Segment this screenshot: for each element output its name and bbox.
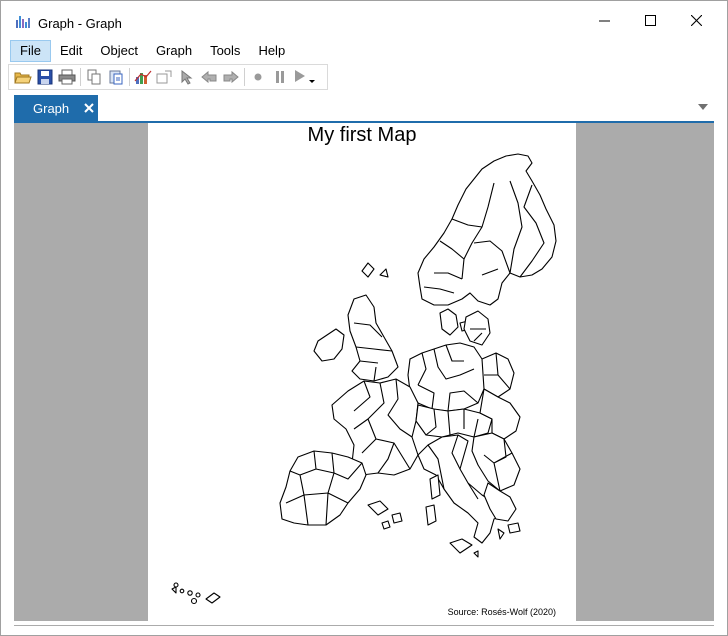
insert-object-icon bbox=[156, 70, 172, 84]
tab-graph[interactable]: Graph bbox=[14, 95, 98, 122]
toolbar-separator bbox=[244, 68, 245, 86]
tab-label: Graph bbox=[33, 101, 70, 116]
map-region bbox=[187, 590, 193, 596]
graph-button[interactable] bbox=[132, 66, 154, 88]
bar-chart-icon bbox=[16, 16, 30, 28]
map-region bbox=[179, 588, 185, 594]
map-region bbox=[313, 328, 345, 362]
map-region bbox=[347, 294, 399, 382]
map-region bbox=[381, 520, 391, 530]
pause-button[interactable] bbox=[269, 66, 291, 88]
map-region bbox=[205, 592, 221, 604]
map-region bbox=[473, 550, 479, 558]
record-button[interactable] bbox=[247, 66, 269, 88]
copy-button[interactable] bbox=[83, 66, 105, 88]
close-button[interactable] bbox=[673, 1, 719, 39]
pointer-icon bbox=[181, 69, 193, 85]
map-region bbox=[439, 308, 459, 336]
map-region bbox=[361, 262, 389, 278]
menu-object[interactable]: Object bbox=[91, 40, 147, 62]
close-icon bbox=[690, 14, 702, 26]
map-region bbox=[407, 342, 487, 412]
minimize-button[interactable] bbox=[581, 1, 627, 39]
save-icon bbox=[37, 69, 53, 85]
window-title: Graph - Graph bbox=[38, 16, 122, 31]
map-region bbox=[171, 586, 177, 594]
map-region bbox=[173, 582, 179, 588]
pointer-button[interactable] bbox=[176, 66, 198, 88]
open-button[interactable] bbox=[12, 66, 34, 88]
toolbar-separator bbox=[80, 68, 81, 86]
graph-page[interactable]: My first Map Source: Rosés-Wolf (2020) bbox=[148, 123, 576, 621]
insert-object-button[interactable] bbox=[154, 66, 176, 88]
europe-map bbox=[171, 153, 557, 605]
menu-edit[interactable]: Edit bbox=[51, 40, 91, 62]
undo-button[interactable] bbox=[198, 66, 220, 88]
title-bar: Graph - Graph bbox=[1, 1, 727, 39]
map-region bbox=[367, 500, 389, 516]
record-icon bbox=[254, 73, 262, 81]
paste-icon bbox=[109, 70, 123, 85]
map-region bbox=[190, 597, 198, 605]
undo-icon bbox=[201, 70, 217, 84]
menu-help[interactable]: Help bbox=[249, 40, 294, 62]
minimize-icon bbox=[598, 20, 610, 21]
map-region bbox=[391, 512, 403, 524]
print-icon bbox=[58, 69, 76, 85]
tab-bar: Graph bbox=[1, 92, 727, 122]
copy-icon bbox=[87, 69, 101, 85]
play-button[interactable] bbox=[291, 66, 321, 88]
map-region bbox=[195, 592, 201, 598]
menu-bar: File Edit Object Graph Tools Help bbox=[1, 40, 727, 62]
map-region bbox=[507, 522, 521, 534]
graph-canvas: My first Map Source: Rosés-Wolf (2020) bbox=[14, 123, 714, 621]
redo-icon bbox=[223, 70, 239, 84]
map-region bbox=[425, 504, 437, 526]
app-window: Graph - Graph File Edit Object Graph Too… bbox=[0, 0, 728, 636]
maximize-button[interactable] bbox=[627, 1, 673, 39]
map-region bbox=[429, 474, 441, 500]
maximize-icon bbox=[644, 14, 656, 26]
map-source: Source: Rosés-Wolf (2020) bbox=[447, 607, 556, 617]
save-button[interactable] bbox=[34, 66, 56, 88]
paste-button[interactable] bbox=[105, 66, 127, 88]
map-region bbox=[463, 310, 491, 346]
toolbar-separator bbox=[129, 68, 130, 86]
redo-button[interactable] bbox=[220, 66, 242, 88]
pause-icon bbox=[276, 71, 284, 83]
map-region bbox=[497, 528, 505, 540]
map-region bbox=[417, 153, 557, 306]
menu-graph[interactable]: Graph bbox=[147, 40, 201, 62]
menu-tools[interactable]: Tools bbox=[201, 40, 249, 62]
play-icon bbox=[295, 70, 315, 83]
map-region bbox=[279, 450, 367, 526]
graph-icon bbox=[134, 70, 152, 84]
toolbar bbox=[8, 64, 328, 90]
menu-file[interactable]: File bbox=[10, 40, 51, 62]
open-folder-icon bbox=[14, 72, 32, 84]
close-icon[interactable] bbox=[83, 102, 95, 114]
chevron-down-icon[interactable] bbox=[698, 104, 708, 110]
print-button[interactable] bbox=[56, 66, 78, 88]
map-region bbox=[449, 538, 473, 554]
bottom-divider bbox=[14, 625, 714, 626]
